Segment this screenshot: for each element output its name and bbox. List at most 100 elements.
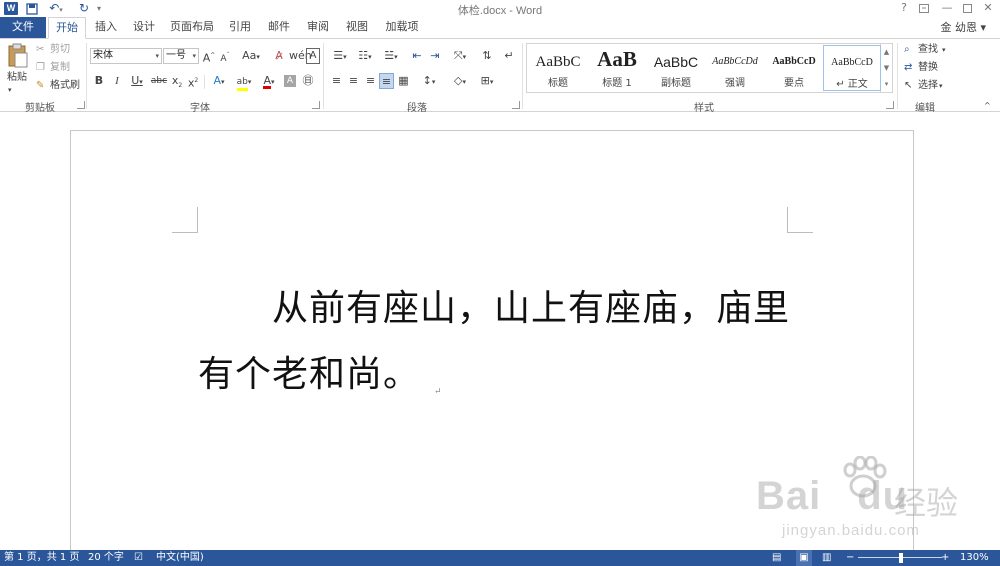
style-heading-1[interactable]: AaB 标题 1	[588, 45, 646, 91]
chevron-down-icon[interactable]: ▼	[881, 60, 892, 76]
title-bar: W ↶▾ ↻ ▾ 体检.docx - Word ? — ✕	[0, 0, 1000, 17]
style-name: 标题	[548, 78, 568, 89]
word-count[interactable]: 20 个字	[88, 550, 124, 566]
styles-launcher-icon[interactable]	[886, 101, 894, 109]
format-painter-button[interactable]: 格式刷	[50, 79, 80, 93]
margin-corner-mark	[172, 207, 198, 233]
tab-design[interactable]: 设计	[126, 17, 162, 39]
bullets-icon[interactable]: ☰▾	[329, 48, 351, 64]
style-sample: AaBbC	[535, 54, 581, 70]
style-title[interactable]: AaBbC 标题	[529, 45, 587, 91]
distributed-icon[interactable]: ▦	[397, 73, 410, 89]
underline-button[interactable]: U▾	[127, 73, 147, 89]
chevron-down-icon[interactable]: ▾	[939, 79, 943, 93]
chevron-down-icon[interactable]: ▾	[942, 43, 946, 57]
align-right-icon[interactable]: ≡	[364, 73, 377, 89]
replace-button[interactable]: 替换	[918, 61, 938, 75]
font-name-dropdown[interactable]: 宋体 ▾	[90, 48, 162, 64]
chevron-up-icon[interactable]: ▲	[881, 44, 892, 60]
decrease-indent-icon[interactable]: ⇤	[410, 48, 424, 64]
increase-indent-icon[interactable]: ⇥	[428, 48, 442, 64]
subscript-button[interactable]: x2	[170, 73, 184, 89]
strikethrough-button[interactable]: abc	[150, 73, 168, 89]
grow-font-icon[interactable]: A^	[202, 48, 216, 65]
align-left-icon[interactable]: ≡	[330, 73, 343, 89]
font-color-icon[interactable]: A▾	[258, 73, 280, 89]
group-divider	[323, 43, 324, 109]
gallery-scroll[interactable]: ▲ ▼ ▾	[881, 43, 893, 93]
borders-icon[interactable]: ⊞▾	[476, 73, 498, 89]
select-button[interactable]: 选择	[918, 79, 938, 93]
paste-dropdown-icon[interactable]: ▾	[8, 83, 12, 97]
zoom-level[interactable]: 130%	[960, 550, 989, 566]
superscript-button[interactable]: x2	[186, 73, 200, 90]
zoom-in-button[interactable]: +	[941, 550, 949, 566]
collapse-ribbon-icon[interactable]: ^	[984, 99, 991, 113]
text-effects-icon[interactable]: A▾	[208, 73, 230, 89]
style-name: 强调	[725, 78, 745, 89]
style-emphasis[interactable]: AaBbCcDd 强调	[706, 45, 764, 91]
style-normal[interactable]: AaBbCcD ↵ 正文	[823, 45, 881, 91]
tab-review[interactable]: 审阅	[300, 17, 336, 39]
change-case-button[interactable]: Aa▾	[238, 48, 264, 64]
highlight-color-icon[interactable]: ab▾	[233, 73, 255, 91]
clipboard-launcher-icon[interactable]	[77, 101, 85, 109]
paragraph-launcher-icon[interactable]	[512, 101, 520, 109]
italic-button[interactable]: I	[111, 73, 123, 89]
style-subtitle[interactable]: AaBbC 副标题	[647, 45, 705, 91]
gallery-more-icon[interactable]: ▾	[881, 76, 892, 92]
style-name: 标题 1	[602, 78, 632, 89]
clear-formatting-icon[interactable]: A̷	[272, 48, 286, 64]
tab-mailings[interactable]: 邮件	[260, 17, 298, 39]
show-formatting-marks-icon[interactable]: ↵	[502, 48, 516, 64]
zoom-slider-thumb[interactable]	[899, 553, 903, 563]
bold-button[interactable]: B	[93, 73, 105, 89]
copy-button[interactable]: 复制	[50, 61, 70, 75]
proofing-icon[interactable]: ☑	[134, 550, 143, 566]
line-spacing-icon[interactable]: ↕▾	[418, 73, 440, 89]
paste-icon[interactable]	[7, 43, 29, 69]
tab-file[interactable]: 文件	[0, 17, 46, 39]
tab-home[interactable]: 开始	[48, 17, 86, 39]
chinese-layout-icon[interactable]: ⤧▾	[449, 48, 471, 64]
style-name: 要点	[784, 78, 804, 89]
sort-icon[interactable]: ⇅	[479, 48, 495, 64]
tab-page-layout[interactable]: 页面布局	[164, 17, 220, 39]
style-strong[interactable]: AaBbCcD 要点	[765, 45, 823, 91]
shading-icon[interactable]: ◇▾	[449, 73, 471, 89]
cut-button[interactable]: 剪切	[50, 43, 70, 57]
multilevel-list-icon[interactable]: ☱▾	[379, 48, 403, 64]
font-launcher-icon[interactable]	[312, 101, 320, 109]
document-canvas[interactable]: 从前有座山，山上有座庙，庙里有个老和尚。 ↵ Bai du 经验 jingyan.b…	[0, 112, 1000, 550]
document-paragraph[interactable]: 从前有座山，山上有座庙，庙里有个老和尚。 ↵	[198, 276, 798, 425]
style-sample: AaBbCcD	[831, 57, 873, 68]
tab-references[interactable]: 引用	[222, 17, 258, 39]
character-shading-icon[interactable]: A	[284, 75, 296, 87]
shrink-font-icon[interactable]: Aˇ	[218, 48, 232, 64]
character-border-icon[interactable]: A	[306, 48, 320, 64]
read-mode-icon[interactable]: ▤	[772, 550, 781, 566]
web-layout-icon[interactable]: ▥	[822, 550, 831, 566]
numbering-icon[interactable]: ☷▾	[354, 48, 376, 64]
tab-add-ins[interactable]: 加载项	[378, 17, 426, 39]
zoom-out-button[interactable]: −	[846, 550, 854, 566]
print-layout-icon[interactable]: ▣	[796, 550, 812, 566]
help-button[interactable]: ?	[894, 0, 914, 17]
find-button[interactable]: 查找	[918, 43, 938, 57]
restore-button[interactable]	[957, 0, 977, 17]
align-center-icon[interactable]: ≡	[347, 73, 360, 89]
user-account[interactable]: 金 幼恩 ▾	[940, 17, 986, 39]
chevron-down-icon: ▾	[192, 52, 196, 60]
ribbon-display-options-icon[interactable]	[914, 0, 934, 17]
group-divider	[897, 43, 898, 109]
tab-view[interactable]: 视图	[338, 17, 376, 39]
justify-icon[interactable]: ≡	[379, 73, 394, 89]
enclose-characters-icon[interactable]: ㊐	[301, 73, 315, 89]
minimize-button[interactable]: —	[937, 0, 957, 17]
font-size-dropdown[interactable]: 一号 ▾	[163, 48, 199, 64]
close-button[interactable]: ✕	[978, 0, 998, 17]
language-indicator[interactable]: 中文(中国)	[156, 550, 204, 566]
phonetic-guide-icon[interactable]: wén	[289, 48, 312, 64]
tab-insert[interactable]: 插入	[88, 17, 124, 39]
page-count[interactable]: 第 1 页，共 1 页	[4, 550, 79, 566]
